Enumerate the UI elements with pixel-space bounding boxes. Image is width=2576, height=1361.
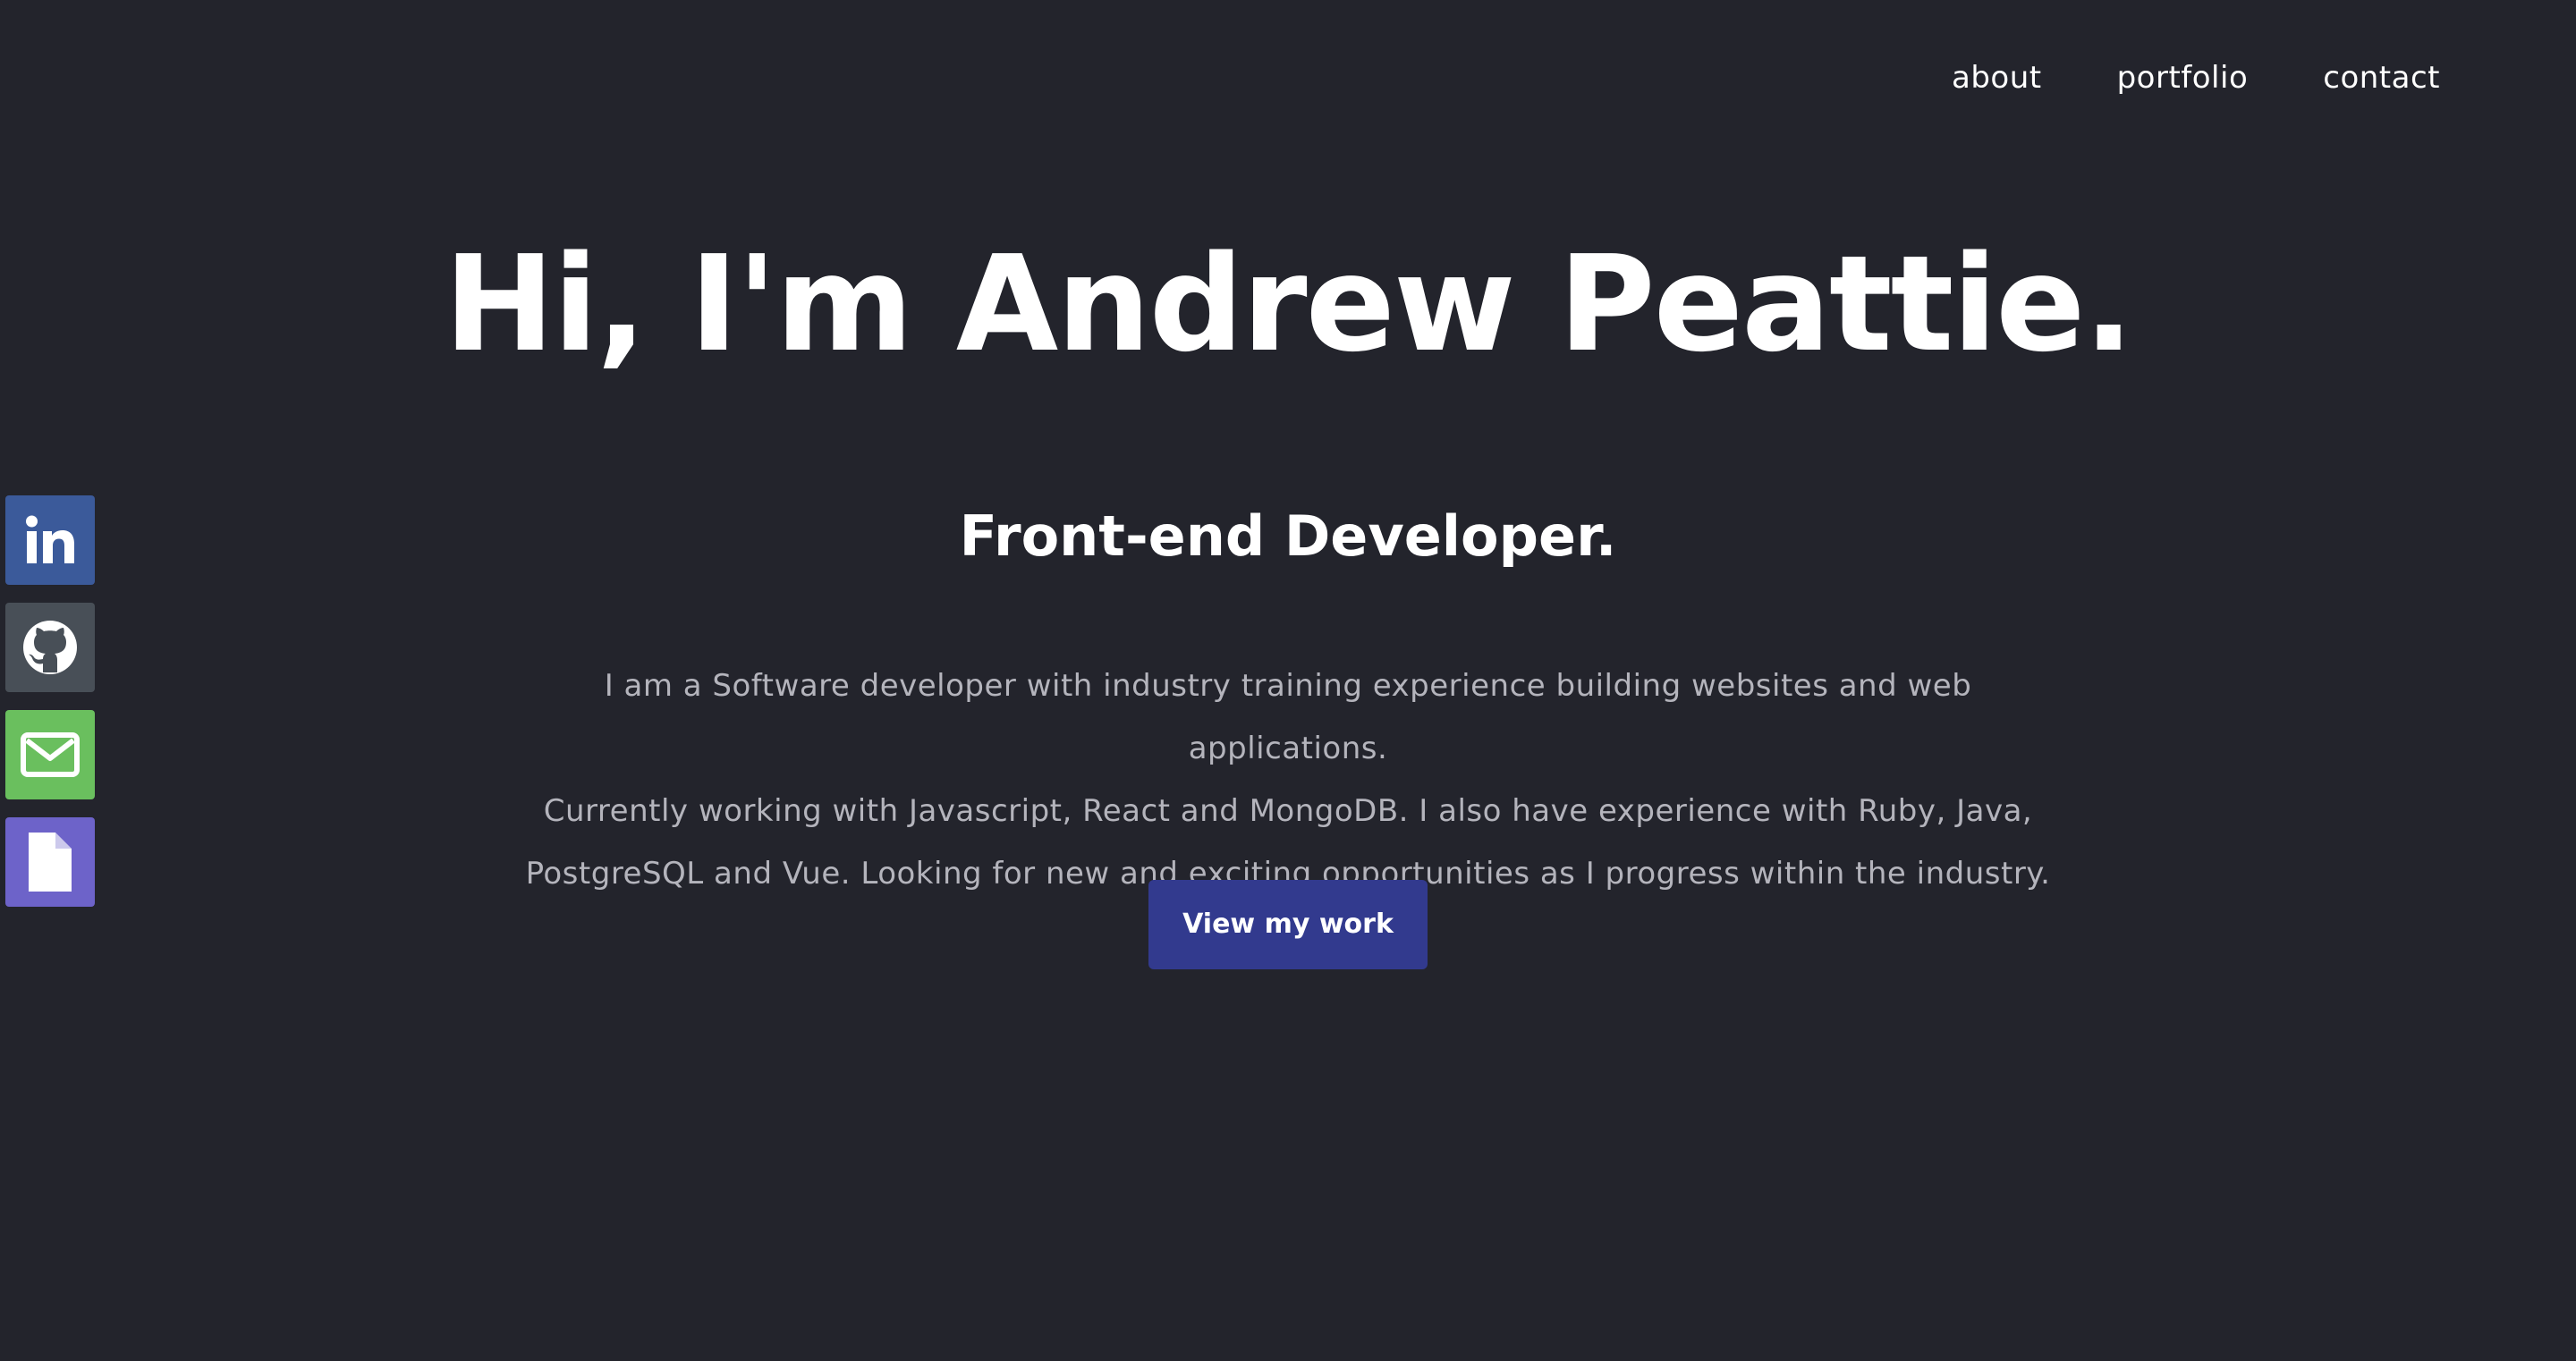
email-icon <box>20 730 80 780</box>
description-line: Currently working with Javascript, React… <box>543 793 2033 829</box>
github-icon <box>21 619 79 676</box>
github-button[interactable] <box>5 603 95 692</box>
nav-link-portfolio[interactable]: portfolio <box>2117 57 2249 98</box>
nav-link-about[interactable]: about <box>1952 57 2042 98</box>
hero-subtitle: Front-end Developer. <box>959 503 1617 569</box>
resume-button[interactable] <box>5 817 95 907</box>
email-button[interactable] <box>5 710 95 799</box>
hero-description: I am a Software developer with industry … <box>501 655 2075 905</box>
hero-title: Hi, I'm Andrew Peattie. <box>444 227 2133 381</box>
view-my-work-button[interactable]: View my work <box>1148 880 1428 969</box>
document-icon <box>25 831 75 893</box>
nav-link-contact[interactable]: contact <box>2323 57 2440 98</box>
description-line: I am a Software developer with industry … <box>604 668 1972 766</box>
main-nav: about portfolio contact <box>1952 57 2440 98</box>
